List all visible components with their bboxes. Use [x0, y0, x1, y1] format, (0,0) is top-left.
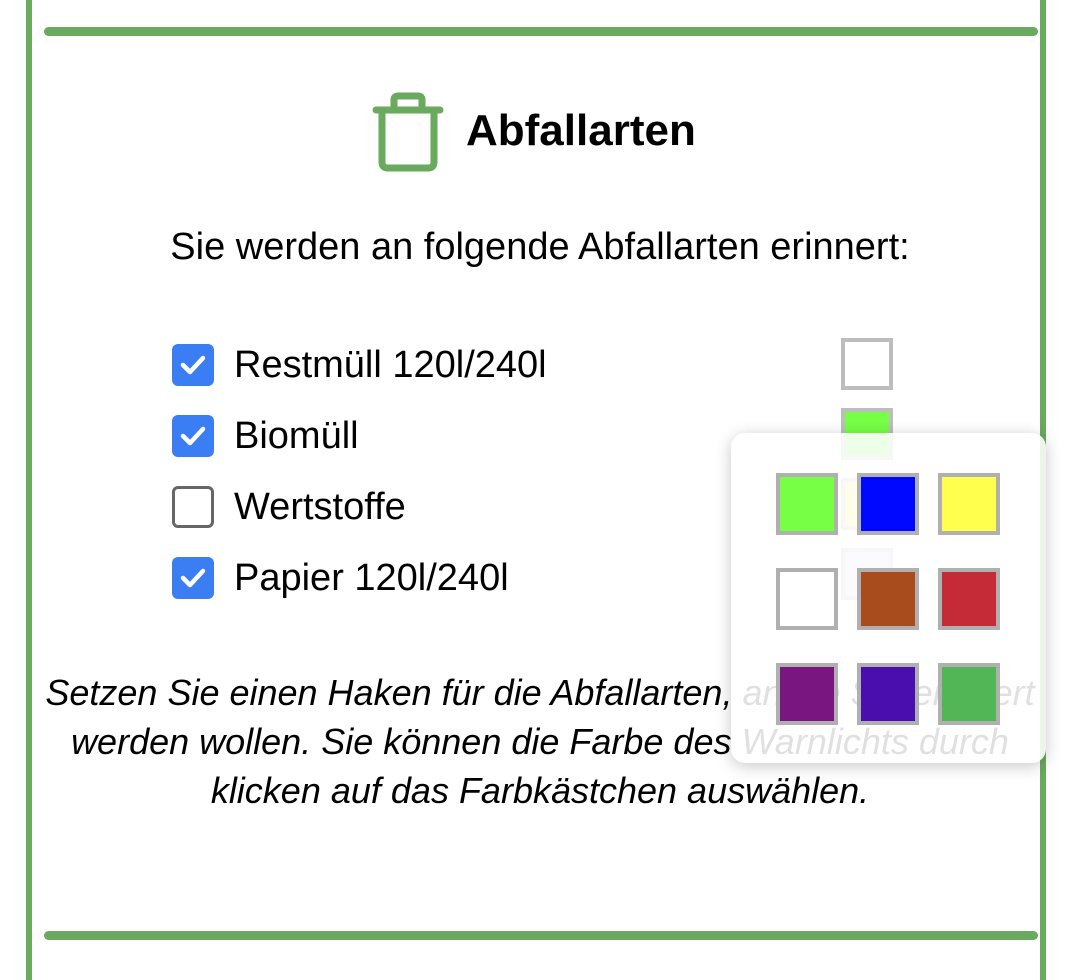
checkbox-restmuell[interactable]	[172, 344, 214, 386]
color-option-white[interactable]	[776, 568, 838, 630]
waste-type-label: Papier 120l/240l	[234, 556, 509, 599]
color-option-indigo[interactable]	[857, 663, 919, 725]
checkbox-wertstoffe[interactable]	[172, 486, 214, 528]
color-option-purple[interactable]	[776, 663, 838, 725]
top-divider	[44, 27, 1038, 36]
waste-type-label: Wertstoffe	[234, 485, 406, 528]
color-option-brown[interactable]	[857, 568, 919, 630]
waste-type-label: Biomüll	[234, 414, 359, 457]
waste-type-row-wertstoffe[interactable]: Wertstoffe	[172, 485, 406, 529]
checkbox-papier[interactable]	[172, 557, 214, 599]
color-option-yellow[interactable]	[938, 473, 1000, 535]
section-title: Abfallarten	[466, 106, 696, 155]
color-swatch-restmuell[interactable]	[841, 338, 893, 390]
color-option-dark-green[interactable]	[938, 663, 1000, 725]
color-option-green[interactable]	[776, 473, 838, 535]
subtitle: Sie werden an folgende Abfallarten erinn…	[170, 226, 910, 268]
color-option-red[interactable]	[938, 568, 1000, 630]
color-option-blue[interactable]	[857, 473, 919, 535]
checkmark-icon	[180, 568, 206, 588]
waste-type-row-biomuell[interactable]: Biomüll	[172, 414, 359, 458]
waste-type-row-papier[interactable]: Papier 120l/240l	[172, 556, 509, 600]
checkmark-icon	[180, 355, 206, 375]
waste-type-row-restmuell[interactable]: Restmüll 120l/240l	[172, 343, 547, 387]
checkbox-biomuell[interactable]	[172, 415, 214, 457]
bottom-divider	[44, 931, 1038, 940]
waste-type-label: Restmüll 120l/240l	[234, 343, 547, 386]
section-header: Abfallarten	[370, 90, 696, 172]
trash-icon	[372, 92, 444, 172]
color-picker-popup	[731, 433, 1046, 763]
checkmark-icon	[180, 426, 206, 446]
